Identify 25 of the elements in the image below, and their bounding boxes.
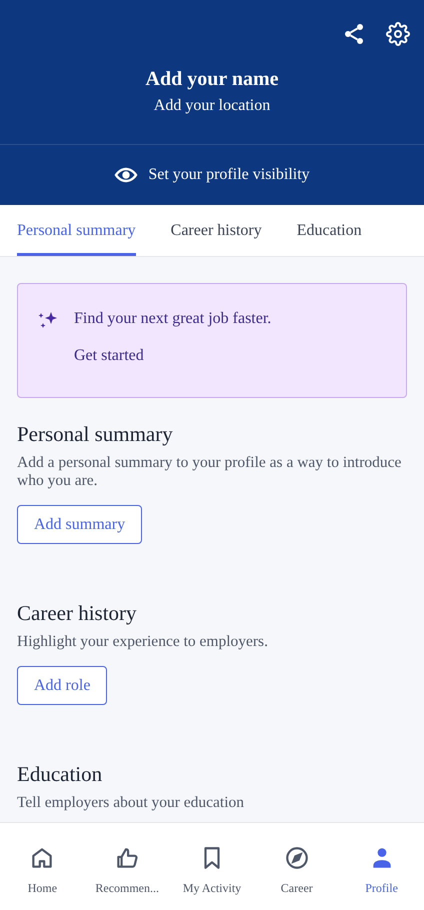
section-description: Add a personal summary to your profile as a way to introduce who you are.: [17, 454, 402, 490]
add-button[interactable]: Add role: [17, 666, 108, 705]
tab[interactable]: Personal summary: [17, 205, 136, 256]
section-heading: Education: [17, 761, 104, 788]
banner-message: Find your next great job faster.: [74, 309, 272, 329]
nav-item[interactable]: Career: [254, 845, 340, 910]
share-icon[interactable]: [342, 22, 366, 46]
tab[interactable]: Career history: [170, 205, 262, 256]
nav-item[interactable]: Recommen...: [84, 845, 170, 910]
nav-item[interactable]: My Activity: [170, 845, 254, 910]
add-button[interactable]: Add summary: [17, 505, 142, 544]
compass-icon: [284, 845, 310, 871]
profile-location[interactable]: Add your location: [154, 94, 270, 118]
promo-banner[interactable]: Find your next great job faster. Get started: [17, 283, 407, 398]
section-heading: Personal summary: [17, 421, 174, 448]
section-description: Highlight your experience to employers.: [17, 633, 269, 651]
visibility-link[interactable]: Set your profile visibility: [148, 163, 310, 187]
nav-item[interactable]: Home: [0, 845, 85, 910]
tab[interactable]: Education: [296, 205, 362, 256]
nav-item[interactable]: Profile: [339, 845, 424, 910]
get-started-link[interactable]: Get started: [74, 345, 144, 367]
section-heading: Career history: [17, 600, 138, 627]
profile-name[interactable]: Add your name: [146, 66, 278, 92]
section-description: Tell employers about your education: [17, 794, 246, 812]
settings-icon[interactable]: [386, 22, 410, 46]
